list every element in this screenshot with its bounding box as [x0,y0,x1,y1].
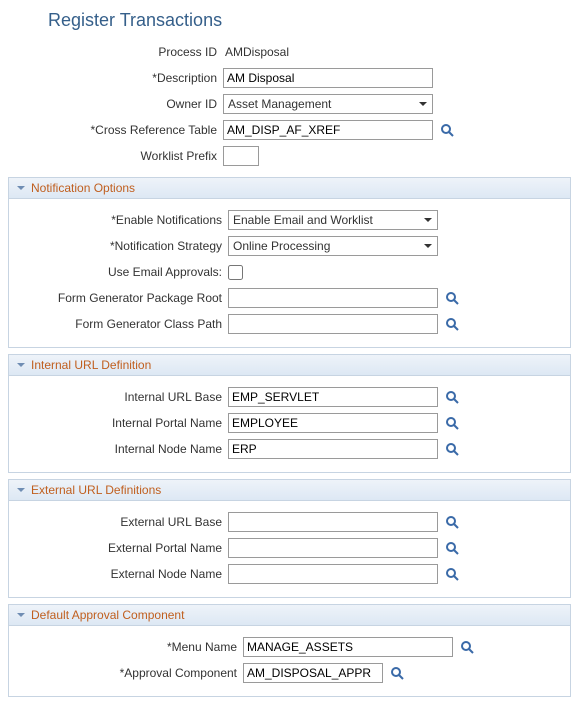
lookup-icon[interactable] [439,122,455,138]
section-title: Default Approval Component [31,608,184,622]
enable-notifications-label: *Enable Notifications [13,213,228,227]
internal-node-name-input[interactable] [228,439,438,459]
enable-notifications-select[interactable]: Enable Email and Worklist [228,210,438,230]
internal-url-base-label: Internal URL Base [13,390,228,404]
section-default-approval: Default Approval Component *Menu Name *A… [8,604,571,697]
internal-url-base-input[interactable] [228,387,438,407]
pkg-root-input[interactable] [228,288,438,308]
external-node-name-label: External Node Name [13,567,228,581]
class-path-input[interactable] [228,314,438,334]
collapse-icon [15,359,27,371]
collapse-icon [15,609,27,621]
external-node-name-input[interactable] [228,564,438,584]
internal-portal-name-input[interactable] [228,413,438,433]
page-title: Register Transactions [48,10,571,31]
chevron-down-icon [421,213,435,227]
top-fields: Process ID AMDisposal *Description Owner… [8,41,571,167]
process-id-value: AMDisposal [223,45,289,59]
email-approvals-checkbox[interactable] [228,265,243,280]
section-header[interactable]: External URL Definitions [9,480,570,501]
lookup-icon[interactable] [459,639,475,655]
section-internal-url: Internal URL Definition Internal URL Bas… [8,354,571,473]
description-input[interactable] [223,68,433,88]
lookup-icon[interactable] [444,566,460,582]
class-path-label: Form Generator Class Path [13,317,228,331]
owner-id-select[interactable]: Asset Management [223,94,433,114]
section-title: Internal URL Definition [31,358,151,372]
external-url-base-input[interactable] [228,512,438,532]
worklist-prefix-input[interactable] [223,146,259,166]
notification-strategy-label: *Notification Strategy [13,239,228,253]
lookup-icon[interactable] [444,415,460,431]
lookup-icon[interactable] [444,290,460,306]
internal-node-name-label: Internal Node Name [13,442,228,456]
chevron-down-icon [416,97,430,111]
section-header[interactable]: Internal URL Definition [9,355,570,376]
lookup-icon[interactable] [444,540,460,556]
notification-strategy-select[interactable]: Online Processing [228,236,438,256]
owner-id-label: Owner ID [8,97,223,111]
enable-notifications-value: Enable Email and Worklist [233,213,373,227]
cross-ref-input[interactable] [223,120,433,140]
menu-name-label: *Menu Name [13,640,243,654]
chevron-down-icon [421,239,435,253]
section-external-url: External URL Definitions External URL Ba… [8,479,571,598]
lookup-icon[interactable] [389,665,405,681]
worklist-prefix-label: Worklist Prefix [8,149,223,163]
external-portal-name-label: External Portal Name [13,541,228,555]
description-label: *Description [8,71,223,85]
external-url-base-label: External URL Base [13,515,228,529]
collapse-icon [15,182,27,194]
lookup-icon[interactable] [444,389,460,405]
internal-portal-name-label: Internal Portal Name [13,416,228,430]
approval-component-input[interactable] [243,663,383,683]
lookup-icon[interactable] [444,316,460,332]
pkg-root-label: Form Generator Package Root [13,291,228,305]
section-title: External URL Definitions [31,483,161,497]
owner-id-value: Asset Management [228,97,331,111]
cross-ref-label: *Cross Reference Table [8,123,223,137]
section-notification-options: Notification Options *Enable Notificatio… [8,177,571,348]
external-portal-name-input[interactable] [228,538,438,558]
notification-strategy-value: Online Processing [233,239,330,253]
lookup-icon[interactable] [444,514,460,530]
menu-name-input[interactable] [243,637,453,657]
email-approvals-label: Use Email Approvals: [13,265,228,279]
approval-component-label: *Approval Component [13,666,243,680]
process-id-label: Process ID [8,45,223,59]
lookup-icon[interactable] [444,441,460,457]
collapse-icon [15,484,27,496]
section-header[interactable]: Notification Options [9,178,570,199]
section-title: Notification Options [31,181,135,195]
